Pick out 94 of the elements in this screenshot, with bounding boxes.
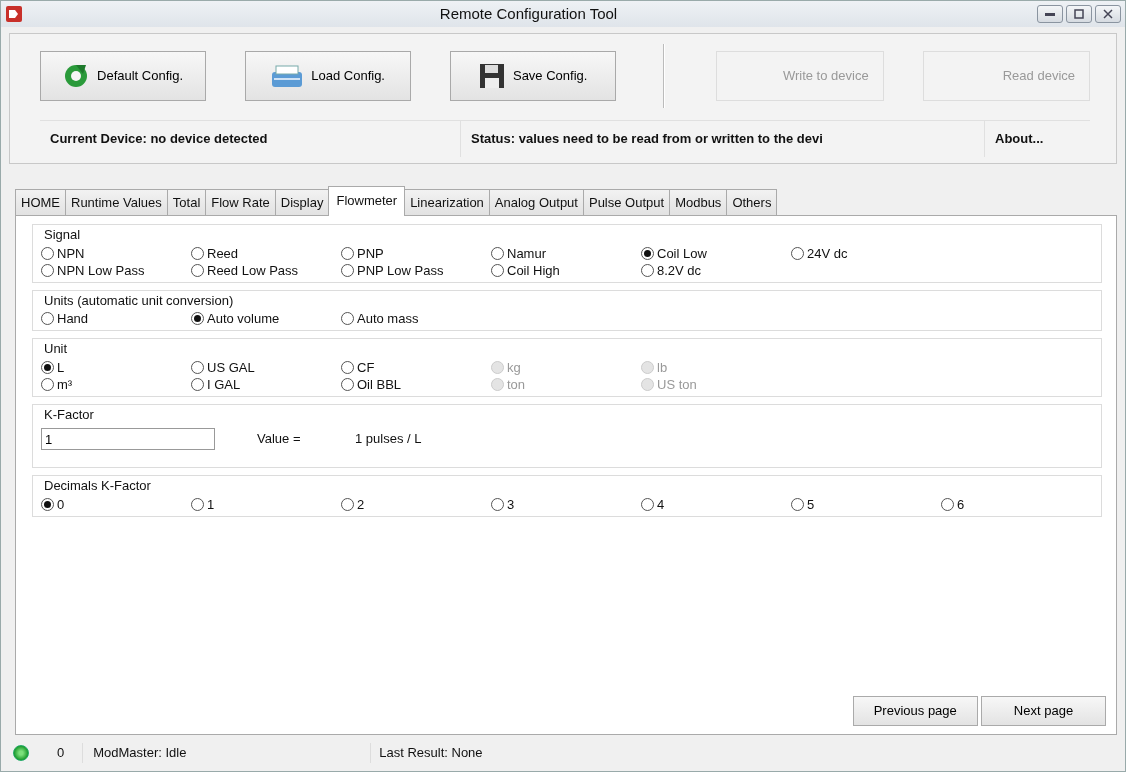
radio-button[interactable] xyxy=(641,263,654,277)
tab[interactable]: Others xyxy=(726,188,778,215)
tab[interactable]: Linearization xyxy=(404,188,490,215)
radio-label: Auto volume xyxy=(207,310,280,327)
radio-button[interactable] xyxy=(341,312,354,325)
radio-button[interactable] xyxy=(191,497,204,511)
maximize-icon xyxy=(1074,9,1084,19)
radio-button[interactable] xyxy=(191,263,204,277)
floppy-icon xyxy=(478,63,505,89)
app-icon xyxy=(5,5,23,23)
radio-button[interactable] xyxy=(191,377,204,391)
about-link[interactable]: About... xyxy=(984,121,1054,157)
radio-button[interactable] xyxy=(41,360,54,374)
radio-label: I GAL xyxy=(207,375,241,393)
value-text: 1 pulses / L xyxy=(355,430,422,449)
close-button[interactable] xyxy=(1095,5,1121,23)
tab[interactable]: Runtime Values xyxy=(65,188,168,215)
radio-button[interactable] xyxy=(491,246,504,260)
toolbar-button[interactable]: Default Config. xyxy=(40,51,207,101)
tab[interactable]: Flow Rate xyxy=(205,188,276,215)
radio-label: PNP Low Pass xyxy=(357,261,444,279)
radio-label: Reed xyxy=(207,244,239,262)
toolbar-button[interactable]: Load Config. xyxy=(245,51,412,101)
radio-button[interactable] xyxy=(941,497,954,511)
radio-button[interactable] xyxy=(191,246,204,260)
radio-label: 5 xyxy=(807,495,815,513)
radio-label: lb xyxy=(657,358,668,376)
radio-label: US ton xyxy=(657,375,697,393)
tab[interactable]: Modbus xyxy=(669,188,728,215)
refresh-icon xyxy=(63,63,90,89)
radio-label: L xyxy=(57,358,65,376)
radio-label: 1 xyxy=(207,495,215,513)
radio-label: kg xyxy=(507,358,521,376)
radio-button[interactable] xyxy=(41,246,54,260)
kfactor-field[interactable]: 1 xyxy=(41,428,215,450)
tab[interactable]: Flowmeter xyxy=(328,185,406,216)
count-text: 0 xyxy=(57,744,65,763)
radio-button[interactable] xyxy=(791,497,804,511)
toolbar-button[interactable]: Save Config. xyxy=(450,51,617,101)
radio-button[interactable] xyxy=(41,312,54,325)
close-icon xyxy=(1103,9,1113,19)
tab[interactable]: Analog Output xyxy=(488,188,584,215)
radio-label: 2 xyxy=(357,495,365,513)
maximize-button[interactable] xyxy=(1066,5,1092,23)
window-title: Remote Configuration Tool xyxy=(438,3,619,24)
radio-label: Hand xyxy=(57,310,89,327)
radio-button[interactable] xyxy=(191,360,204,374)
radio-label: Auto mass xyxy=(357,310,419,327)
radio-button[interactable] xyxy=(41,497,54,511)
radio-label: 3 xyxy=(507,495,515,513)
radio-button[interactable] xyxy=(341,246,354,260)
last-result: Last Result: None xyxy=(370,743,483,763)
radio-button[interactable] xyxy=(341,263,354,277)
radio-label: Oil BBL xyxy=(357,375,402,393)
radio-label: ton xyxy=(507,375,526,393)
radio-button[interactable] xyxy=(491,497,504,511)
radio-button[interactable] xyxy=(491,263,504,277)
radio-label: 0 xyxy=(57,495,65,513)
tab[interactable]: HOME xyxy=(15,188,66,215)
radio-button[interactable] xyxy=(191,312,204,325)
radio-label: US GAL xyxy=(207,358,255,376)
tab[interactable]: Total xyxy=(166,188,207,215)
current-device-label: Current Device: no device detected xyxy=(49,130,269,148)
radio-label: Namur xyxy=(507,244,546,262)
radio-button[interactable] xyxy=(791,246,804,260)
minimize-button[interactable] xyxy=(1037,5,1063,23)
radio-label: Coil Low xyxy=(657,244,707,262)
radio-label: 6 xyxy=(957,495,965,513)
radio-button[interactable] xyxy=(641,246,654,260)
radio-label: PNP xyxy=(357,244,384,262)
radio-button[interactable] xyxy=(341,377,354,391)
radio-button[interactable] xyxy=(41,263,54,277)
page-button[interactable]: Next page xyxy=(981,696,1106,726)
radio-button[interactable] xyxy=(41,377,54,391)
radio-label: Reed Low Pass xyxy=(207,261,299,279)
radio-button[interactable] xyxy=(341,360,354,374)
status-text: Status: values need to be read from or written to the devi xyxy=(460,121,984,157)
page-button[interactable]: Previous page xyxy=(852,696,978,726)
radio-label: 4 xyxy=(657,495,665,513)
minimize-icon xyxy=(1045,12,1055,16)
tab[interactable]: Pulse Output xyxy=(582,188,671,215)
radio-label: m³ xyxy=(57,375,73,393)
radio-label: CF xyxy=(357,358,375,376)
radio-label: Coil High xyxy=(507,261,560,279)
radio-button[interactable] xyxy=(641,497,654,511)
scanner-icon xyxy=(271,63,304,89)
radio-label: 24V dc xyxy=(807,244,848,262)
radio-label: 8.2V dc xyxy=(657,261,702,279)
modmaster-status: ModMaster: Idle xyxy=(82,743,371,763)
value-label: Value = xyxy=(257,430,302,449)
radio-label: NPN Low Pass xyxy=(57,261,145,279)
tab[interactable]: Display xyxy=(274,188,330,215)
radio-button[interactable] xyxy=(341,497,354,511)
radio-label: NPN xyxy=(57,244,85,262)
